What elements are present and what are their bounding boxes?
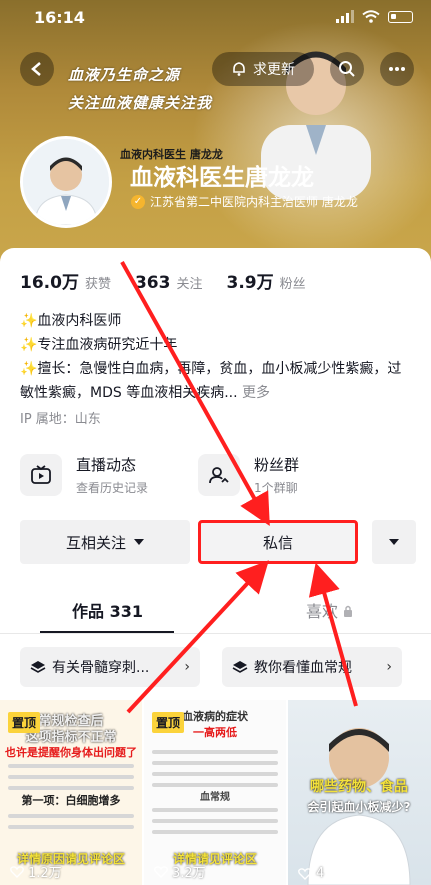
caret-down-icon [134, 538, 144, 545]
avatar-photo [23, 139, 109, 225]
chevron-right-icon: › [386, 659, 392, 675]
request-update-label: 求更新 [253, 62, 295, 78]
verification-info: ✓ 江苏省第二中医院内科主治医师 唐龙龙 [131, 193, 358, 210]
video-2-caption-mid: 血常规 [200, 792, 230, 803]
tab-works[interactable]: 作品 331 [72, 598, 143, 622]
video-thumb-3[interactable]: 哪些药物、食品 会引起血小板减少? 4 [288, 700, 431, 885]
video-grid: 常规检查后 这项指标不正常 也许是提醒你身体出问题了 第一项：白细胞增多 详情原… [0, 700, 431, 885]
message-label: 私信 [262, 533, 293, 552]
video-1-caption-red: 也许是提醒你身体出问题了 [5, 746, 137, 759]
search-icon [339, 61, 355, 77]
video-thumb-2[interactable]: 血液病的症状 一高两低 血常规 详情请见评论区 置顶 3.2万 [144, 700, 286, 885]
tab-likes-label: 喜欢 [306, 602, 339, 621]
live-activity-entry[interactable]: 直播动态 查看历史记录 [20, 451, 148, 499]
collection-bone-marrow[interactable]: 有关骨髓穿刺... › [20, 647, 200, 687]
content-tabs: 作品 331 喜欢 [0, 588, 431, 634]
lock-icon [344, 605, 353, 617]
video-thumb-1[interactable]: 常规检查后 这项指标不正常 也许是提醒你身体出问题了 第一项：白细胞增多 详情原… [0, 700, 142, 885]
bio-line-3: ✨擅长：急慢性白血病，再障，贫血，血小板减少性紫癜，过敏性紫癜，MDS 等血液相… [20, 361, 402, 401]
video-2-likes: 3.2万 [154, 862, 206, 881]
layers-icon [30, 661, 46, 673]
message-button[interactable]: 私信 [198, 520, 358, 564]
video-3-likes: 4 [298, 866, 324, 881]
collection-label: 有关骨髓穿刺... [52, 660, 150, 676]
video-1-likes-count: 1.2万 [28, 866, 62, 881]
back-arrow-icon [31, 62, 41, 76]
stat-following-label: 关注 [176, 277, 203, 292]
bio-line-2: ✨专注血液病研究近十年 [20, 337, 178, 353]
video-2-report-lines-2 [152, 808, 278, 841]
profile-bio: ✨血液内科医师 ✨专注血液病研究近十年 ✨擅长：急慢性白血病，再障，贫血，血小板… [20, 309, 415, 405]
active-tab-indicator [40, 631, 174, 633]
collection-blood-routine[interactable]: 教你看懂血常规 › [222, 647, 402, 687]
ip-location: IP 属地：山东 [20, 412, 101, 427]
heart-icon [154, 865, 168, 878]
more-dots-icon [389, 67, 405, 71]
slogan-line-2: 关注血液健康关注我 [68, 94, 213, 112]
fan-group-subtitle: 1个群聊 [254, 481, 298, 495]
video-3-likes-count: 4 [316, 866, 325, 881]
tab-likes[interactable]: 喜欢 [306, 598, 353, 622]
mutual-follow-button[interactable]: 互相关注 [20, 520, 190, 564]
more-button[interactable] [380, 52, 414, 86]
signal-icon [336, 10, 354, 23]
video-3-caption-top2: 会引起血小板减少? [307, 800, 411, 814]
bio-more-link[interactable]: 更多 [242, 385, 270, 401]
display-name: 血液科医生唐龙龙 [130, 165, 314, 191]
video-1-report-lines-2 [8, 814, 134, 836]
layers-icon [232, 661, 248, 673]
video-1-caption-mid: 第一项：白细胞增多 [21, 794, 121, 807]
bio-line-1: ✨血液内科医师 [20, 313, 122, 329]
back-button[interactable] [20, 52, 54, 86]
status-time: 16:14 [34, 8, 85, 27]
mutual-follow-label: 互相关注 [65, 533, 126, 552]
profile-stats: 16.0万 获赞 363 关注 3.9万 粉丝 [20, 268, 306, 293]
bell-icon [233, 62, 245, 76]
wifi-icon [362, 10, 380, 23]
stat-likes-value[interactable]: 16.0万 [20, 268, 79, 293]
more-options-dropdown[interactable] [372, 520, 416, 564]
verification-text: 江苏省第二中医院内科主治医师 唐龙龙 [150, 195, 358, 209]
slogan-line-1: 血液乃生命之源 [68, 66, 181, 84]
pinned-badge: 置顶 [152, 712, 185, 733]
status-bar: 16:14 [0, 0, 431, 36]
avatar[interactable] [20, 136, 112, 228]
caret-down-icon [389, 538, 399, 545]
live-activity-title: 直播动态 [76, 456, 137, 474]
search-button[interactable] [330, 52, 364, 86]
battery-icon [388, 10, 413, 23]
collection-label: 教你看懂血常规 [254, 660, 352, 676]
stat-following-value[interactable]: 363 [135, 273, 171, 293]
live-activity-subtitle: 查看历史记录 [76, 481, 149, 495]
chevron-right-icon: › [184, 659, 190, 675]
video-2-likes-count: 3.2万 [172, 866, 206, 881]
request-update-button[interactable]: 求更新 [212, 52, 314, 86]
stat-followers-value[interactable]: 3.9万 [226, 268, 273, 293]
fan-group-title: 粉丝群 [254, 456, 300, 474]
pinned-badge: 置顶 [8, 712, 41, 733]
video-3-caption-top: 哪些药物、食品 [310, 779, 408, 795]
fan-group-entry[interactable]: 粉丝群 1个群聊 [198, 451, 299, 499]
stat-likes-label: 获赞 [84, 277, 111, 292]
group-icon [209, 467, 229, 484]
stat-followers-label: 粉丝 [279, 277, 306, 292]
heart-icon [10, 865, 24, 878]
heart-icon [298, 867, 312, 880]
video-1-likes: 1.2万 [10, 862, 62, 881]
verified-badge-icon: ✓ [131, 194, 145, 209]
tv-icon [31, 465, 51, 484]
